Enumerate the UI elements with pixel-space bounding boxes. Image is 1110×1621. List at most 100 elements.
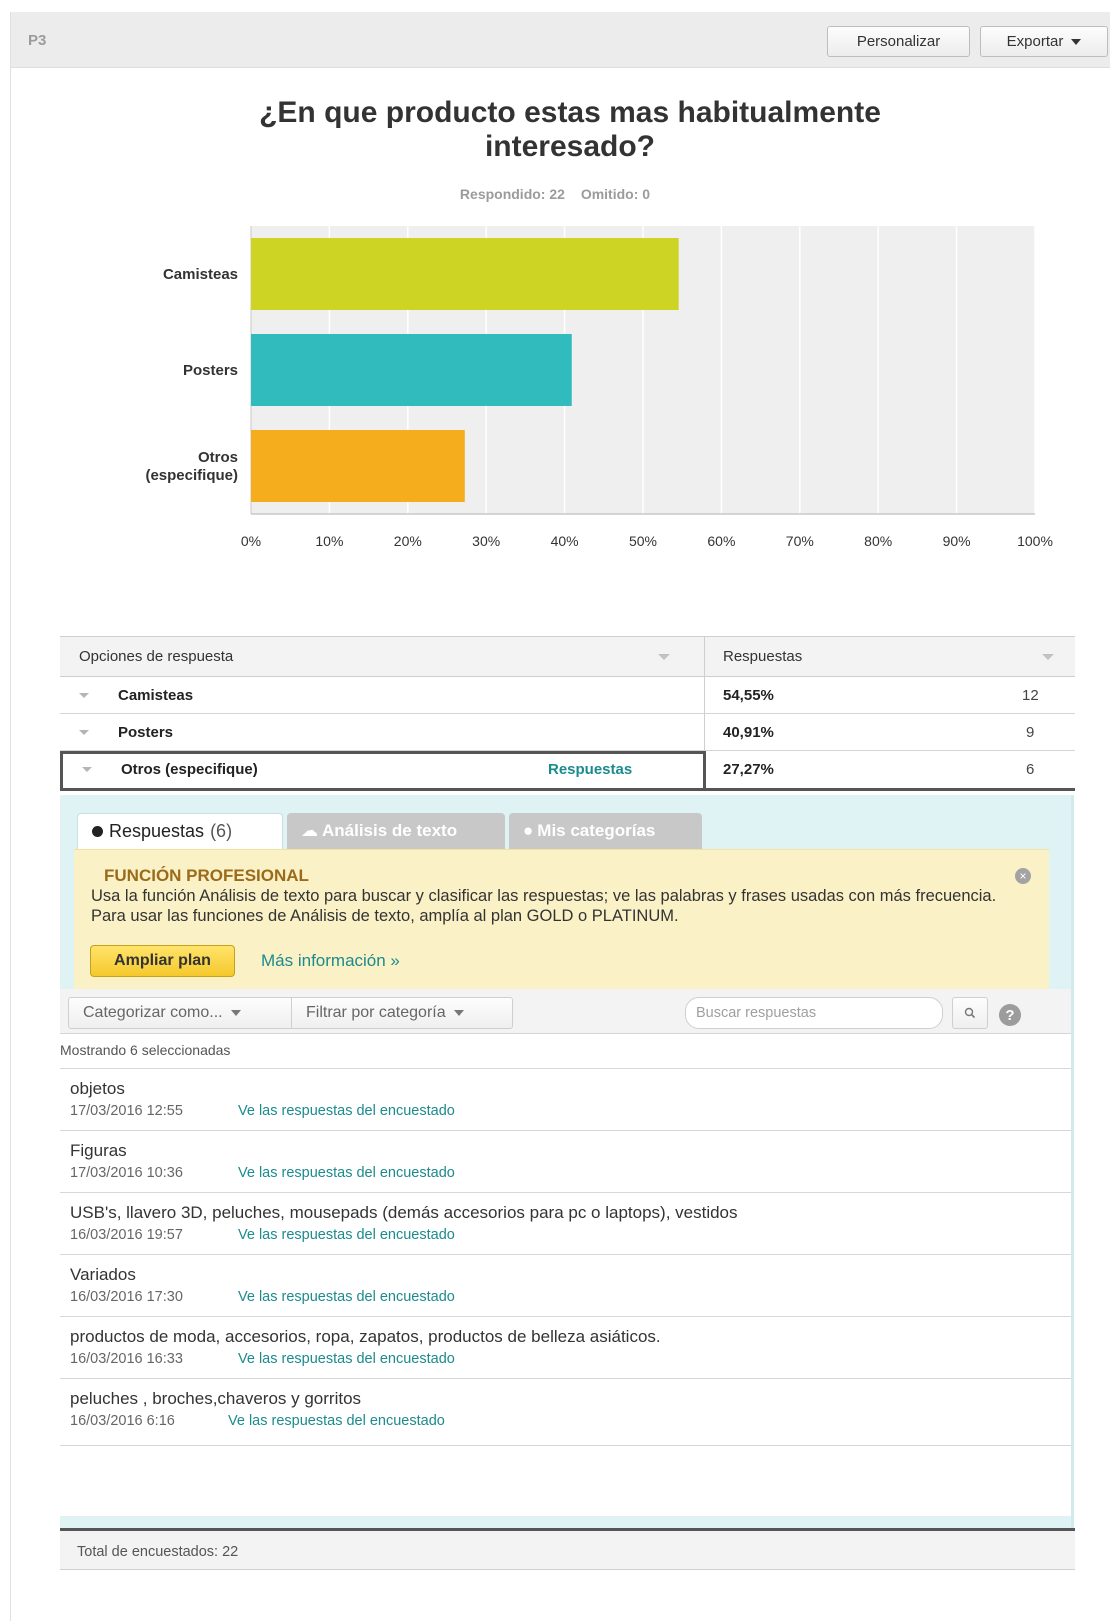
view-respondent-link[interactable]: Ve las respuestas del encuestado (228, 1413, 445, 1429)
close-icon[interactable]: × (1015, 868, 1031, 884)
x-tick-label: 70% (786, 533, 814, 549)
expand-row-icon[interactable] (79, 677, 89, 713)
x-tick-label: 10% (315, 533, 343, 549)
list-item: Figuras 17/03/2016 10:36 Ve las respuest… (60, 1130, 1071, 1192)
response-date: 16/03/2016 6:16 (70, 1413, 175, 1429)
row-count: 9 (1026, 723, 1035, 741)
tab-my-categories[interactable]: ● Mis categorías (509, 813, 702, 849)
response-date: 16/03/2016 17:30 (70, 1289, 183, 1305)
x-tick-label: 20% (394, 533, 422, 549)
chevron-down-icon (230, 1010, 241, 1016)
category-label: (especifique) (145, 467, 238, 484)
row-percent: 27,27% (723, 761, 774, 778)
row-count: 6 (1026, 761, 1035, 778)
tab-text-analysis-label: Análisis de texto (322, 821, 458, 840)
promo-text: Usa la función Análisis de texto para bu… (91, 887, 997, 925)
tab-my-categories-label: Mis categorías (537, 821, 656, 840)
category-label: Otros (198, 449, 238, 466)
categorize-label: Categorizar como... (83, 1004, 223, 1021)
tag-icon: ● (523, 821, 534, 840)
list-divider (60, 1445, 1071, 1446)
sort-responses-icon[interactable] (1042, 637, 1054, 676)
list-item: objetos 17/03/2016 12:55 Ve las respuest… (60, 1068, 1071, 1130)
response-date: 17/03/2016 12:55 (70, 1103, 183, 1119)
table-header: Opciones de respuesta Respuestas (60, 636, 1075, 677)
x-tick-label: 90% (943, 533, 971, 549)
response-text: Figuras (70, 1141, 127, 1160)
sort-options-icon[interactable] (658, 637, 670, 676)
chevron-down-icon (453, 1010, 464, 1016)
x-tick-label: 60% (707, 533, 735, 549)
view-respondent-link[interactable]: Ve las respuestas del encuestado (238, 1351, 455, 1367)
bullet-icon (92, 826, 103, 837)
x-tick-label: 40% (551, 533, 579, 549)
list-item: USB's, llavero 3D, peluches, mousepads (… (60, 1192, 1071, 1254)
list-item: productos de moda, accesorios, ropa, zap… (60, 1316, 1071, 1378)
upgrade-plan-button[interactable]: Ampliar plan (90, 945, 235, 977)
x-tick-label: 50% (629, 533, 657, 549)
response-date: 17/03/2016 10:36 (70, 1165, 183, 1181)
table-row-selected[interactable]: Otros (especifique) Respuestas 27,27% 6 (60, 751, 1075, 791)
column-header-options-label: Opciones de respuesta (79, 648, 234, 665)
categorize-dropdown[interactable]: Categorizar como... (68, 997, 292, 1029)
x-tick-label: 100% (1017, 533, 1053, 549)
table-row[interactable]: Posters 40,91% 9 (60, 714, 1075, 751)
response-date: 16/03/2016 16:33 (70, 1351, 183, 1367)
responses-link[interactable]: Respuestas (548, 751, 632, 788)
upgrade-plan-label: Ampliar plan (114, 952, 211, 969)
responses-panel: Respuestas (6) ☁ Análisis de texto ● Mis… (60, 795, 1074, 1531)
response-text: productos de moda, accesorios, ropa, zap… (70, 1327, 661, 1346)
table-footer: Total de encuestados: 22 (60, 1528, 1075, 1570)
tab-responses-count: (6) (210, 821, 233, 841)
expand-row-icon[interactable] (79, 714, 89, 750)
response-text: Variados (70, 1265, 136, 1284)
category-label: Camisteas (163, 266, 238, 283)
row-label: Camisteas (118, 686, 194, 704)
row-percent: 40,91% (723, 723, 774, 741)
responses-toolbar: Categorizar como... Filtrar por categorí… (60, 989, 1071, 1034)
view-respondent-link[interactable]: Ve las respuestas del encuestado (238, 1165, 455, 1181)
bar (251, 334, 572, 406)
list-item: Variados 16/03/2016 17:30 Ve las respues… (60, 1254, 1071, 1316)
view-respondent-link[interactable]: Ve las respuestas del encuestado (238, 1227, 455, 1243)
collapse-row-icon[interactable] (82, 751, 92, 788)
more-info-link[interactable]: Más información » (261, 951, 400, 971)
response-date: 16/03/2016 19:57 (70, 1227, 183, 1243)
row-label: Posters (118, 723, 174, 741)
pro-feature-banner: FUNCIÓN PROFESIONAL Usa la función Análi… (74, 849, 1049, 989)
bar-chart: 0% 10% 20% 30% 40% 50% 60% 70% 80% 90% 100% Camiste… (145, 226, 1053, 549)
showing-count: Mostrando 6 seleccionadas (60, 1042, 231, 1058)
view-respondent-link[interactable]: Ve las respuestas del encuestado (238, 1289, 455, 1305)
bar (251, 430, 465, 502)
row-percent: 54,55% (723, 686, 774, 704)
x-tick-label: 80% (864, 533, 892, 549)
promo-title: FUNCIÓN PROFESIONAL (104, 866, 309, 885)
help-icon[interactable]: ? (999, 1004, 1021, 1026)
column-header-responses[interactable]: Respuestas (723, 637, 802, 676)
response-text: USB's, llavero 3D, peluches, mousepads (… (70, 1203, 738, 1222)
search-button[interactable] (952, 997, 988, 1029)
tab-responses[interactable]: Respuestas (6) (77, 813, 283, 849)
filter-category-label: Filtrar por categoría (306, 1004, 446, 1021)
search-icon (964, 1007, 976, 1019)
tab-text-analysis[interactable]: ☁ Análisis de texto (287, 813, 505, 849)
row-label: Otros (especifique) (121, 761, 258, 778)
cloud-icon: ☁ (301, 821, 318, 840)
row-count: 12 (1022, 686, 1039, 704)
filter-category-dropdown[interactable]: Filtrar por categoría (291, 997, 513, 1029)
tab-responses-label: Respuestas (109, 821, 205, 841)
responses-list: Mostrando 6 seleccionadas objetos 17/03/… (60, 1034, 1071, 1516)
x-tick-label: 30% (472, 533, 500, 549)
x-tick-label: 0% (241, 533, 261, 549)
search-placeholder: Buscar respuestas (696, 1005, 817, 1021)
list-item: peluches , broches,chaveros y gorritos 1… (60, 1378, 1071, 1440)
response-text: peluches , broches,chaveros y gorritos (70, 1389, 362, 1408)
total-respondents: Total de encuestados: 22 (77, 1544, 239, 1560)
category-label: Posters (183, 362, 238, 379)
table-row[interactable]: Camisteas 54,55% 12 (60, 677, 1075, 714)
bar (251, 238, 679, 310)
search-input[interactable]: Buscar respuestas (685, 997, 943, 1029)
view-respondent-link[interactable]: Ve las respuestas del encuestado (238, 1103, 455, 1119)
column-header-responses-label: Respuestas (723, 648, 803, 665)
column-header-options[interactable]: Opciones de respuesta (79, 637, 233, 676)
